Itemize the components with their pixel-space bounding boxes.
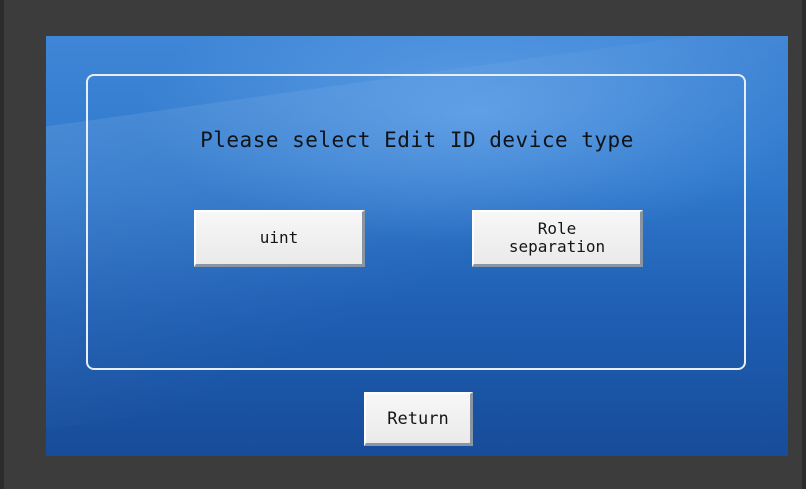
device-frame: Please select Edit ID device type uint R…	[0, 0, 806, 489]
prompt-text: Please select Edit ID device type	[200, 128, 634, 152]
return-button[interactable]: Return	[364, 392, 473, 446]
uint-button[interactable]: uint	[194, 210, 365, 267]
hmi-screen: Please select Edit ID device type uint R…	[46, 36, 788, 456]
selection-panel	[86, 74, 746, 370]
role-separation-button[interactable]: Role separation	[472, 210, 643, 267]
